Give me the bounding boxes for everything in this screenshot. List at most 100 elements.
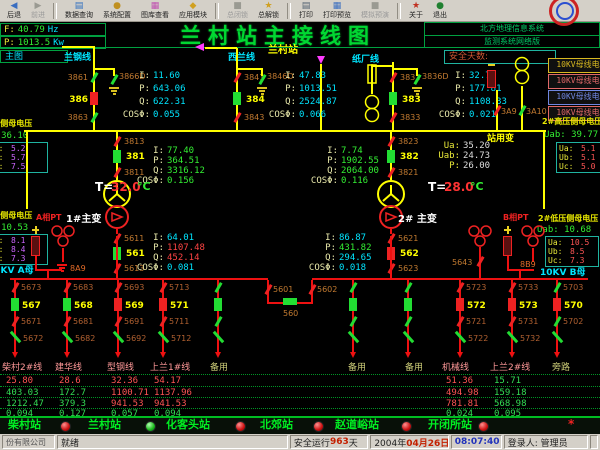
table-value: 54.17 <box>154 376 181 386</box>
station-transformer-icon <box>514 56 530 90</box>
arrester-icon <box>487 70 496 88</box>
hv2-voltage-phase-value: 5.0 <box>581 162 595 171</box>
device-id-label: 567 <box>22 301 41 311</box>
status-bar: 份有限公司 就绪 安全运行963天 2004年04月26日 08:07:40 登… <box>0 434 600 450</box>
wire <box>35 256 37 270</box>
trafo1-lv-label: Q: <box>296 253 336 263</box>
bus-10kv-A <box>10 278 268 280</box>
feeder-name-label: 建华线 <box>55 363 82 373</box>
trafo0-lv-value: 1107.48 <box>167 243 205 253</box>
feeder35-1-value: 47.83 <box>299 71 326 81</box>
feeder35-0-value: 0.055 <box>153 110 180 120</box>
id-8A9: 8A9 <box>70 264 86 273</box>
breaker-570[interactable] <box>553 298 561 311</box>
device-id-label: 5712 <box>171 334 191 343</box>
table-value: 51.36 <box>446 376 473 386</box>
trafo1-hv-label: Q: <box>298 166 338 176</box>
hv1-voltage-phase-value: 5.7 <box>11 153 25 162</box>
hv1-voltage-phase-value: 5.2 <box>11 144 25 153</box>
wire <box>62 248 64 262</box>
hv2-voltage-phase-label: Uc: <box>559 162 573 171</box>
breaker-572[interactable] <box>456 298 464 311</box>
device-id-label: 573 <box>519 301 538 311</box>
device-id-label: 5683 <box>73 283 93 292</box>
trafo0-lv-value: 0.081 <box>167 263 194 273</box>
pt-transformer-icon <box>364 94 380 128</box>
disconnector-5602[interactable] <box>308 284 316 295</box>
table-divider <box>0 397 600 398</box>
lv1-voltage-phase-label: Ua: <box>0 236 3 245</box>
hv2-voltage-phase-value: 5.1 <box>581 153 595 162</box>
station-button-兰村站[interactable]: 兰村站 <box>88 419 121 432</box>
trafo1-lv-value: 294.65 <box>339 253 372 263</box>
breaker-573[interactable] <box>508 298 516 311</box>
device-id-label: 5732 <box>520 334 540 343</box>
breaker-spare[interactable] <box>404 298 412 311</box>
company-label: 份有限公司 <box>2 435 55 449</box>
feeder35-1-value: 1013.51 <box>299 84 337 94</box>
feeder35-2-value: 0.021 <box>469 110 496 120</box>
feeder-arrow-icon <box>405 352 411 358</box>
station-button-柴村站[interactable]: 柴村站 <box>8 419 41 432</box>
right-panel-button[interactable]: 10KV母线电压 <box>548 58 600 73</box>
station-button-开闭所站[interactable]: 开闭所站 <box>428 419 472 432</box>
lv2-voltage-phase-value: 10.5 <box>570 238 589 247</box>
breaker-384[interactable] <box>233 92 241 105</box>
feeder-name-label: 上兰1#线 <box>150 363 190 373</box>
station-led-off <box>60 421 71 432</box>
trafo1-hv-value: 0.116 <box>341 176 368 186</box>
feeder-name-label: 机械线 <box>442 363 469 373</box>
breaker-spare[interactable] <box>349 298 357 311</box>
breaker-383[interactable] <box>389 92 397 105</box>
wire <box>543 131 545 209</box>
feeder35-0-label: COSΦ: <box>104 110 150 120</box>
lv2-voltage-phase-label: Ub: <box>548 247 562 256</box>
device-id-label: 5733 <box>518 283 538 292</box>
trafo1-lv-label: COSΦ: <box>296 263 336 273</box>
right-panel-button[interactable]: 10KV母线电压 <box>548 90 600 105</box>
feeder35-2-label: I: <box>420 71 466 81</box>
breaker-571[interactable] <box>159 298 167 311</box>
breaker-386[interactable] <box>90 92 98 105</box>
pt-phase-label: B相PT <box>503 213 528 222</box>
device-id-label: 5722 <box>468 334 488 343</box>
id-3861: 3861 <box>62 73 88 82</box>
power-flow-arrow-icon <box>195 43 204 51</box>
station-button-北郊站[interactable]: 北郊站 <box>260 419 293 432</box>
id-5601: 5601 <box>273 285 293 294</box>
trafo1-hv-value: 2064.00 <box>341 166 379 176</box>
breaker-382[interactable] <box>387 150 395 163</box>
feeder-arrow-icon <box>160 352 166 358</box>
station-transformer-value: 24.73 <box>463 151 490 161</box>
login-user: 登录人: 管理员 <box>504 435 588 449</box>
table-value: 25.80 <box>6 376 33 386</box>
disconnector-cap[interactable] <box>476 256 484 267</box>
breaker-569[interactable] <box>114 298 122 311</box>
breaker-568[interactable] <box>63 298 71 311</box>
wire <box>94 68 114 70</box>
ground-icon <box>61 270 64 272</box>
trafo1-hv-value: 1902.55 <box>341 156 379 166</box>
station-button-赵道峪站[interactable]: 赵道峪站 <box>335 419 379 432</box>
breaker-560[interactable] <box>283 298 297 305</box>
trafo1-lv-value: 431.82 <box>339 243 372 253</box>
disconnector-5601[interactable] <box>264 284 272 295</box>
breaker-567[interactable] <box>11 298 19 311</box>
hv1-voltage-uab: Uab: 36.10 <box>0 131 28 141</box>
id-3813: 3813 <box>124 137 144 146</box>
hv2-voltage-title: 2#高压侧母电压 <box>542 117 600 126</box>
breaker-spare[interactable] <box>214 298 222 311</box>
lv2-voltage-phase-value: 8.5 <box>570 247 584 256</box>
wire <box>519 270 521 278</box>
breaker-381[interactable] <box>113 150 121 163</box>
wire <box>393 68 417 70</box>
station-button-化客头站[interactable]: 化客头站 <box>166 419 210 432</box>
trafo0-hv-value: 364.51 <box>167 156 200 166</box>
feeder-arrow-icon <box>509 352 515 358</box>
lv2-voltage-phase-value: 7.3 <box>570 256 584 265</box>
wire <box>507 256 509 270</box>
transformer-icon[interactable] <box>373 180 409 234</box>
asterisk-indicator: * <box>568 418 574 432</box>
right-panel-button[interactable]: 10KV母线电压 <box>548 74 600 89</box>
trafo1-lv-label: P: <box>296 243 336 253</box>
